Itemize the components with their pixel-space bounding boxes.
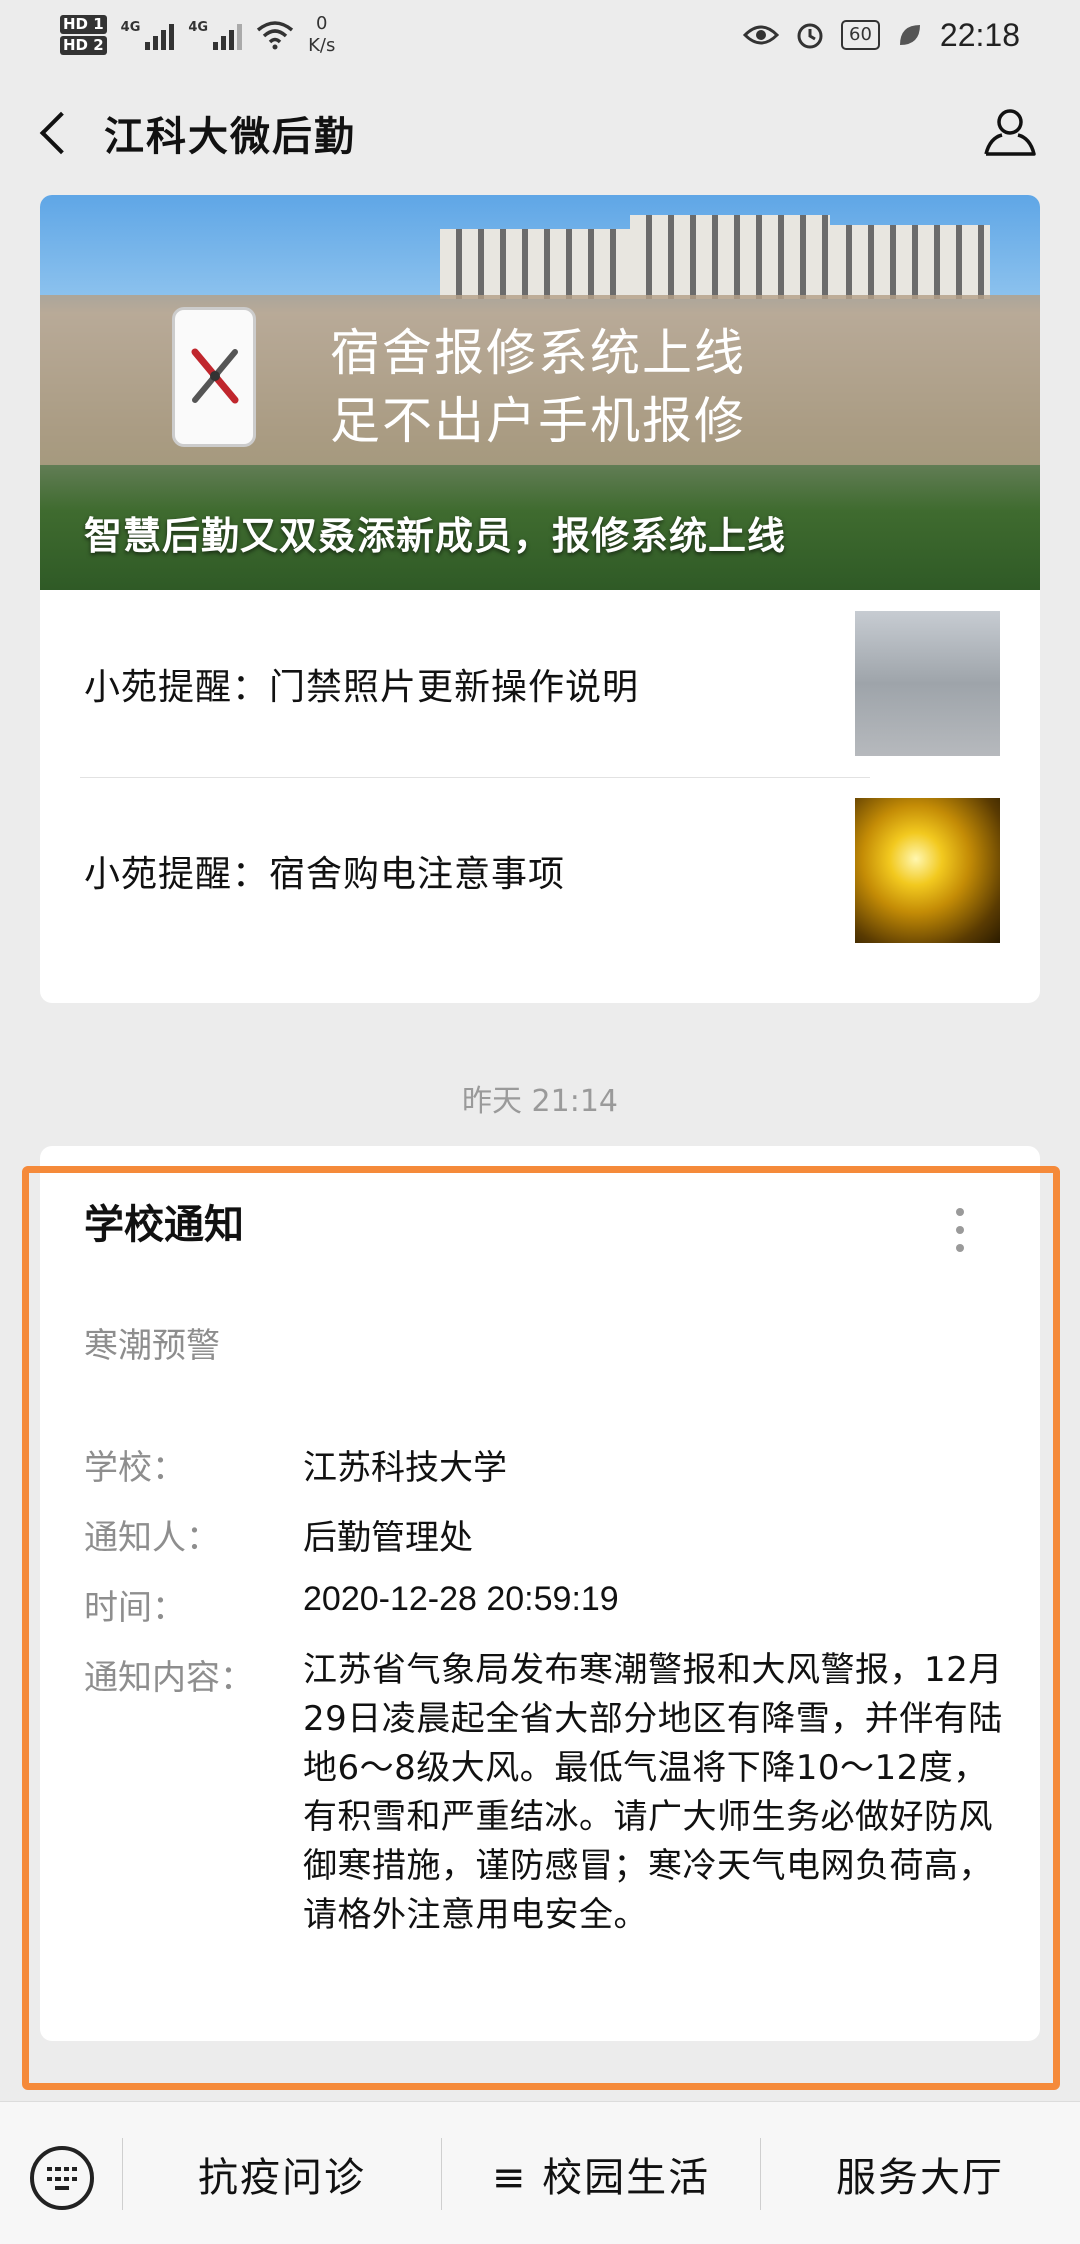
network-type-2: 4G (188, 20, 209, 35)
menu-item-campus-life[interactable]: ≡ 校园生活 (442, 2102, 760, 2244)
field-value-notifier: 后勤管理处 (303, 1518, 473, 1558)
bottom-menu: 抗疫问诊 ≡ 校园生活 服务大厅 (0, 2101, 1080, 2244)
phone-repair-icon (172, 307, 256, 447)
field-value-school: 江苏科技大学 (303, 1448, 507, 1488)
leaf-icon (899, 25, 920, 45)
menu-item-service-hall[interactable]: 服务大厅 (761, 2102, 1079, 2244)
banner-caption: 智慧后勤又双叒添新成员，报修系统上线 (84, 514, 787, 558)
more-options-icon[interactable] (950, 1208, 970, 1264)
hd2-label: HD 2 (60, 36, 107, 55)
hd1-label: HD 1 (60, 15, 107, 34)
person-icon[interactable] (980, 102, 1040, 162)
gate-thumbnail (855, 611, 1000, 756)
notice-title: 学校通知 (84, 1202, 244, 1248)
clock: 22:18 (939, 16, 1020, 53)
alarm-icon (797, 23, 823, 49)
notice-subtitle: 寒潮预警 (84, 1326, 220, 1366)
status-bar: HD 1 HD 2 4G 4G 0 K/s 60 22:18 (0, 0, 1080, 70)
article-title: 小苑提醒：宿舍购电注意事项 (84, 853, 566, 895)
menu-item-epidemic[interactable]: 抗疫问诊 (123, 2102, 441, 2244)
network-type-1: 4G (120, 20, 141, 35)
network-speed: 0 K/s (308, 13, 335, 57)
nav-bar: 江科大微后勤 (0, 76, 1080, 186)
field-label-time: 时间： (84, 1588, 186, 1628)
speed-unit: K/s (308, 35, 336, 56)
field-label-content: 通知内容： (84, 1658, 254, 1698)
page-title: 江科大微后勤 (104, 114, 356, 160)
article-item[interactable]: 小苑提醒：宿舍购电注意事项 (40, 777, 1040, 964)
article-card: 宿舍报修系统上线 足不出户手机报修 智慧后勤又双叒添新成员，报修系统上线 小苑提… (40, 195, 1040, 1003)
signal-icon: 4G (121, 20, 175, 50)
field-label-school: 学校： (84, 1448, 186, 1488)
lightbulb-thumbnail (855, 798, 1000, 943)
banner-headline: 宿舍报修系统上线 (330, 324, 746, 382)
keyboard-icon[interactable] (30, 2146, 94, 2210)
banner-article[interactable]: 宿舍报修系统上线 足不出户手机报修 智慧后勤又双叒添新成员，报修系统上线 (40, 195, 1040, 590)
eye-icon (743, 25, 780, 45)
building-image (830, 225, 990, 299)
speed-value: 0 (316, 13, 328, 34)
hd-indicator: HD 1 HD 2 (60, 14, 107, 56)
article-item[interactable]: 小苑提醒：门禁照片更新操作说明 (40, 590, 1040, 777)
back-arrow-icon[interactable] (30, 104, 80, 160)
status-right: 60 22:18 (743, 17, 1020, 54)
building-image (630, 215, 830, 299)
wifi-icon (256, 21, 294, 50)
field-value-time: 2020-12-28 20:59:19 (303, 1580, 619, 1618)
banner-subheadline: 足不出户手机报修 (330, 392, 746, 450)
building-image (440, 229, 630, 299)
signal-icon-2: 4G (188, 20, 243, 50)
message-timestamp: 昨天 21:14 (462, 1084, 618, 1119)
wrench-icon (191, 348, 239, 404)
status-left: HD 1 HD 2 4G 4G 0 K/s (60, 13, 335, 57)
article-title: 小苑提醒：门禁照片更新操作说明 (84, 666, 640, 708)
field-value-content: 江苏省气象局发布寒潮警报和大风警报，12月29日凌晨起全省大部分地区有降雪，并伴… (303, 1650, 1003, 1935)
battery-icon: 60 (841, 20, 880, 50)
notice-card[interactable]: 学校通知 寒潮预警 学校： 江苏科技大学 通知人： 后勤管理处 时间： 2020… (40, 1146, 1040, 2041)
field-label-notifier: 通知人： (84, 1518, 220, 1558)
